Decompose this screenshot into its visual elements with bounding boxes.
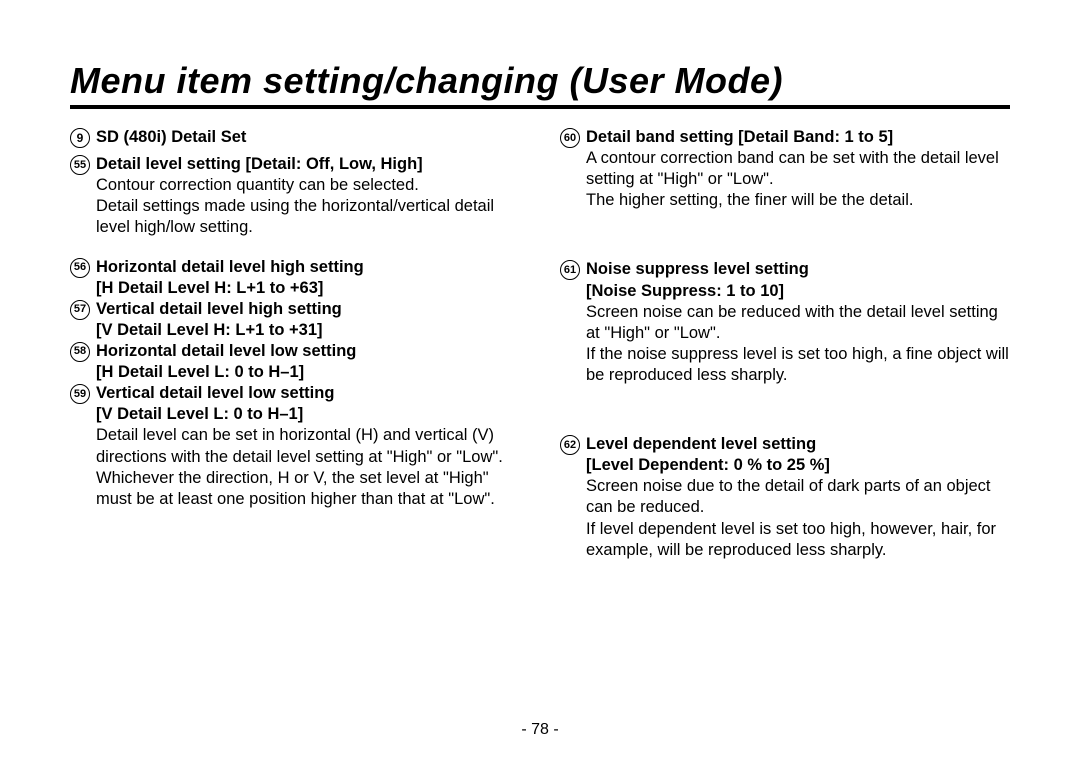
item-range: [H Detail Level H: L+1 to +63]: [70, 278, 520, 299]
item-title: Detail level setting [Detail: Off, Low, …: [96, 154, 520, 175]
item-title: Noise suppress level setting: [586, 259, 1010, 280]
item-body: Screen noise due to the detail of dark p…: [560, 476, 1010, 518]
item-title: Level dependent level setting: [586, 434, 1010, 455]
item-body: The higher setting, the finer will be th…: [560, 190, 1010, 211]
item-range: [Level Dependent: 0 % to 25 %]: [560, 455, 1010, 476]
section-title: SD (480i) Detail Set: [96, 127, 520, 148]
item-body: If level dependent level is set too high…: [560, 519, 1010, 561]
detail-level-group: 56 Horizontal detail level high setting …: [70, 257, 520, 510]
item-title: Horizontal detail level high setting: [96, 257, 520, 278]
circled-number-icon: 57: [70, 300, 90, 320]
item-title: Vertical detail level high setting: [96, 299, 520, 320]
circled-number-icon: 56: [70, 258, 90, 278]
right-column: 60 Detail band setting [Detail Band: 1 t…: [560, 127, 1010, 579]
page-title: Menu item setting/changing (User Mode): [70, 60, 1010, 109]
spacer: [560, 229, 1010, 259]
circled-number-icon: 61: [560, 260, 580, 280]
circled-number-icon: 55: [70, 155, 90, 175]
spacer: [560, 404, 1010, 434]
item-title: Horizontal detail level low setting: [96, 341, 520, 362]
item-body: Contour correction quantity can be selec…: [70, 175, 520, 196]
menu-item-61: 61 Noise suppress level setting [Noise S…: [560, 259, 1010, 386]
item-range: [Noise Suppress: 1 to 10]: [560, 281, 1010, 302]
item-body: A contour correction band can be set wit…: [560, 148, 1010, 190]
menu-item-58: 58 Horizontal detail level low setting […: [70, 341, 520, 383]
item-body: Screen noise can be reduced with the det…: [560, 302, 1010, 344]
circled-number-icon: 62: [560, 435, 580, 455]
page-number: - 78 -: [0, 721, 1080, 739]
item-title: Detail band setting [Detail Band: 1 to 5…: [586, 127, 1010, 148]
item-title: Vertical detail level low setting: [96, 383, 520, 404]
left-column: 9 SD (480i) Detail Set 55 Detail level s…: [70, 127, 520, 579]
item-range: [V Detail Level L: 0 to H–1]: [70, 404, 520, 425]
menu-item-59: 59 Vertical detail level low setting [V …: [70, 383, 520, 510]
item-body: Detail level can be set in horizontal (H…: [70, 425, 520, 509]
menu-item-55: 55 Detail level setting [Detail: Off, Lo…: [70, 154, 520, 238]
item-body: If the noise suppress level is set too h…: [560, 344, 1010, 386]
menu-item-57: 57 Vertical detail level high setting [V…: [70, 299, 520, 341]
circled-number-icon: 58: [70, 342, 90, 362]
menu-item-56: 56 Horizontal detail level high setting …: [70, 257, 520, 299]
menu-item-60: 60 Detail band setting [Detail Band: 1 t…: [560, 127, 1010, 211]
content-columns: 9 SD (480i) Detail Set 55 Detail level s…: [70, 127, 1010, 579]
circled-number-icon: 59: [70, 384, 90, 404]
item-range: [V Detail Level H: L+1 to +31]: [70, 320, 520, 341]
circled-number-icon: 9: [70, 128, 90, 148]
item-body: Detail settings made using the horizonta…: [70, 196, 520, 238]
item-range: [H Detail Level L: 0 to H–1]: [70, 362, 520, 383]
circled-number-icon: 60: [560, 128, 580, 148]
section-heading: 9 SD (480i) Detail Set: [70, 127, 520, 148]
manual-page: Menu item setting/changing (User Mode) 9…: [0, 0, 1080, 761]
menu-item-62: 62 Level dependent level setting [Level …: [560, 434, 1010, 561]
